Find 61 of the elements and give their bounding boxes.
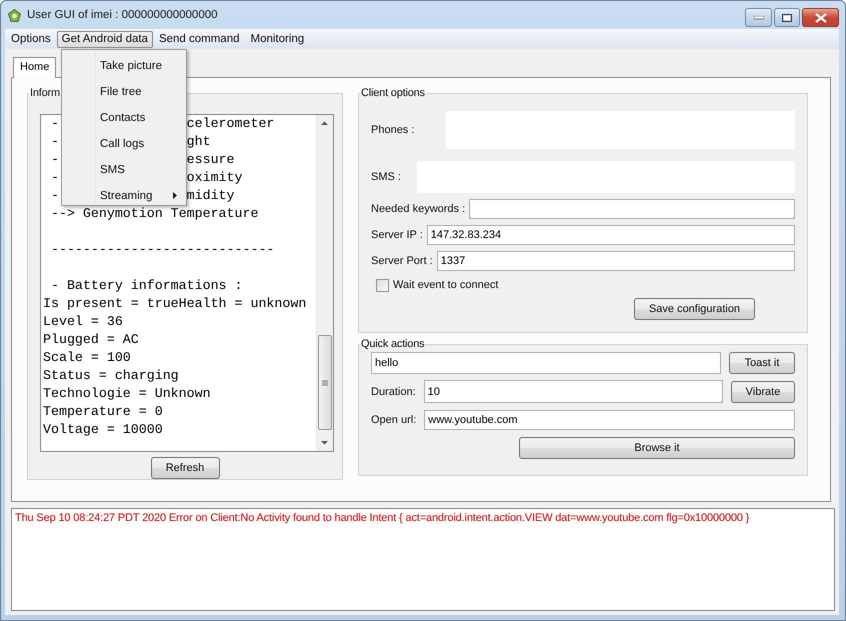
scrollbar-thumb[interactable]	[318, 335, 332, 430]
field-label: Phones :	[371, 124, 414, 136]
field-label: SMS :	[371, 171, 401, 183]
info-line: essure	[186, 151, 235, 169]
info-line: Scale = 100	[43, 349, 131, 367]
window-title: User GUI of imei : 000000000000000	[27, 9, 219, 21]
field-label: Server Port :	[371, 255, 433, 267]
duration-field[interactable]: 10	[424, 380, 723, 403]
field-label: Duration:	[371, 386, 416, 398]
dropdown-item[interactable]: File tree	[62, 79, 186, 105]
toast-text-field[interactable]: hello	[371, 352, 721, 374]
submenu-arrow-icon	[173, 192, 177, 199]
minimize-button[interactable]	[745, 8, 772, 27]
info-line: Voltage = 10000	[43, 421, 163, 439]
checkbox[interactable]	[376, 278, 389, 292]
info-line: Plugged = AC	[43, 331, 139, 349]
save-configuration-button[interactable]: Save configuration	[634, 298, 755, 320]
browse-button[interactable]: Browse it	[519, 437, 795, 459]
info-line: - Battery informations :	[50, 277, 242, 295]
tab[interactable]: Home	[13, 57, 56, 78]
maximize-button[interactable]	[774, 8, 800, 27]
field-label: Open url:	[371, 414, 416, 426]
log-message: Thu Sep 10 08:24:27 PDT 2020 Error on Client:No Activity found to handle Intent { act=android.intent.action.VIEW dat=www.youtube.com flg=0x10000000 }	[15, 512, 750, 524]
checkbox-label[interactable]: Wait event to connect	[393, 279, 498, 291]
dropdown-item[interactable]: Call logs	[62, 131, 186, 157]
field-label: Needed keywords :	[371, 203, 466, 215]
info-line: Status = charging	[43, 367, 179, 385]
info-line: ----------------------------	[50, 241, 274, 259]
close-button[interactable]	[802, 8, 839, 27]
close-icon	[814, 12, 826, 22]
server-port-field[interactable]: 1337	[436, 251, 795, 271]
scrollbar[interactable]	[316, 115, 333, 451]
menu-item[interactable]: Options	[6, 30, 56, 48]
group-title: Client options	[360, 87, 426, 99]
info-line: oximity	[186, 169, 242, 187]
minimize-icon	[754, 16, 764, 20]
url-field[interactable]: www.youtube.com	[424, 410, 795, 430]
menu-item[interactable]: Get Android data	[56, 30, 153, 48]
app-icon	[8, 8, 21, 22]
info-line: --> Genymotion Temperature	[50, 205, 258, 223]
info-line: midity	[186, 187, 235, 205]
info-line: Is present = trueHealth = unknown	[43, 295, 306, 313]
info-line: ght	[186, 133, 211, 151]
server-ip-field[interactable]: 147.32.83.234	[426, 225, 795, 245]
toast-button[interactable]: Toast it	[729, 352, 795, 374]
dropdown-item[interactable]: Contacts	[62, 105, 186, 131]
vibrate-button[interactable]: Vibrate	[731, 380, 795, 402]
keywords-field[interactable]	[469, 199, 795, 219]
field-label: Server IP :	[371, 229, 423, 241]
info-line: Temperature = 0	[43, 403, 163, 421]
group-title: Quick actions	[360, 338, 426, 350]
dropdown-item[interactable]: SMS	[62, 157, 186, 183]
menu-item[interactable]: Send command	[154, 30, 244, 48]
info-line: Level = 36	[43, 313, 123, 331]
group-title: Inform	[29, 87, 61, 99]
dropdown-item[interactable]: Take picture	[62, 53, 186, 79]
menu-item[interactable]: Monitoring	[246, 30, 310, 48]
maximize-icon	[782, 14, 792, 22]
refresh-button[interactable]: Refresh	[150, 457, 220, 479]
info-line: Technologie = Unknown	[43, 385, 211, 403]
info-line: celerometer	[186, 115, 274, 133]
